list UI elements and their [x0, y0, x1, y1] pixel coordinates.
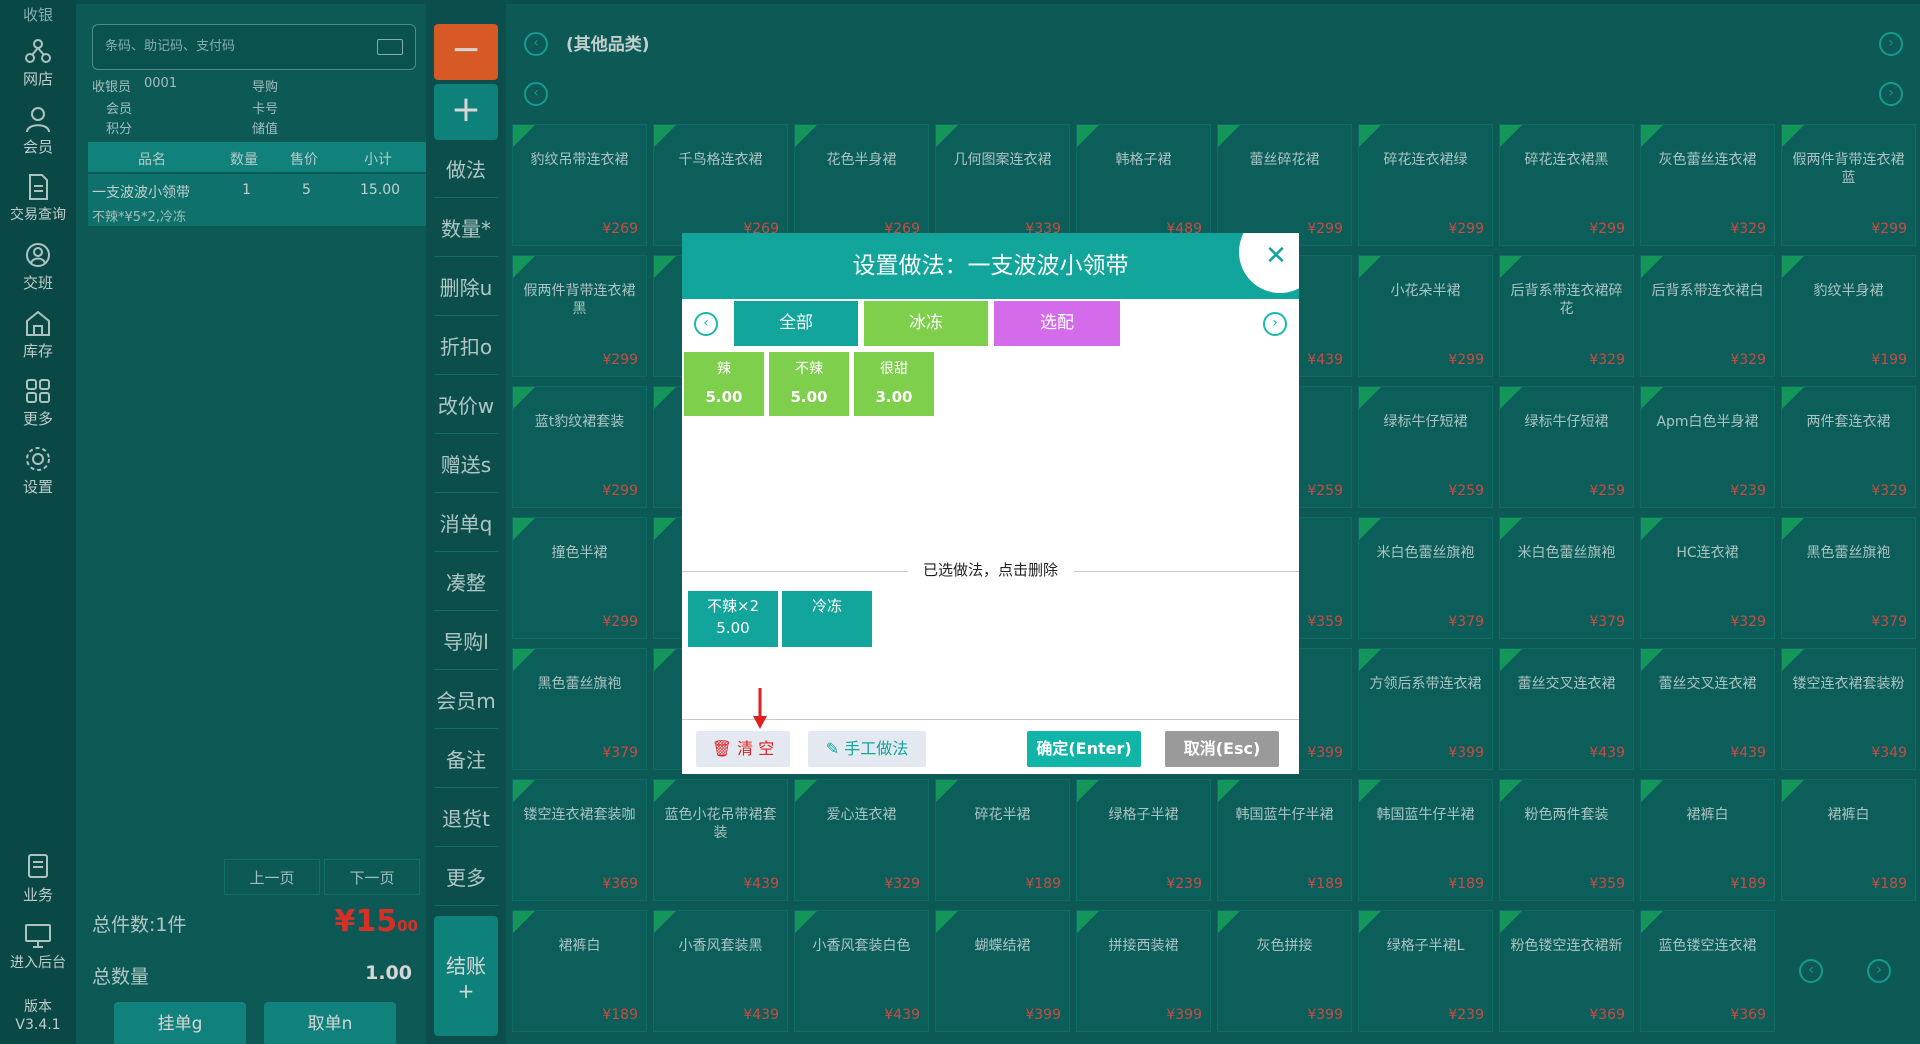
option-price: 3.00	[875, 388, 913, 406]
option-very-sweet[interactable]: 很甜 3.00	[854, 352, 934, 416]
clear-label: 清 空	[737, 739, 775, 758]
pencil-icon: ✎	[825, 739, 840, 758]
selected-title: 已选做法，点击删除	[922, 561, 1058, 579]
tab-next-button[interactable]: ›	[1263, 312, 1287, 336]
option-name: 不辣	[795, 361, 823, 377]
option-name: 辣	[717, 361, 731, 377]
pos-app: 收银 网店 会员 交易查询 交班 库存 更多 设置 业务 进入后台 版本 V3.…	[0, 0, 1920, 1044]
divider	[1074, 571, 1299, 572]
tab-frozen[interactable]: 冰冻	[864, 301, 988, 346]
tab-prev-button[interactable]: ‹	[694, 312, 718, 336]
selected-frozen[interactable]: 冷冻	[782, 591, 872, 647]
option-price: 5.00	[790, 388, 828, 406]
clear-button[interactable]: 🗑 清 空	[696, 731, 790, 767]
selected-name: 不辣×2	[706, 597, 760, 615]
cancel-button[interactable]: 取消(Esc)	[1165, 731, 1279, 767]
dialog-title: 设置做法：一支波波小领带	[682, 233, 1299, 299]
option-spicy[interactable]: 辣 5.00	[684, 352, 764, 416]
manual-label: 手工做法	[844, 739, 909, 758]
selected-price: 5.00	[716, 619, 750, 637]
close-icon: ✕	[1265, 241, 1287, 271]
selected-name: 冷冻	[811, 597, 842, 615]
confirm-button[interactable]: 确定(Enter)	[1027, 731, 1141, 767]
red-arrow-annotation	[753, 688, 767, 729]
selected-not-spicy[interactable]: 不辣×2 5.00	[688, 591, 778, 647]
divider	[682, 719, 1299, 720]
cooking-method-dialog: 设置做法：一支波波小领带 ✕ ‹ 全部 冰冻 选配 › 辣 5.00 不辣 5.…	[682, 233, 1299, 774]
option-not-spicy[interactable]: 不辣 5.00	[769, 352, 849, 416]
manual-method-button[interactable]: ✎ 手工做法	[808, 731, 926, 767]
trash-icon: 🗑	[711, 739, 733, 758]
tab-all[interactable]: 全部	[734, 301, 858, 346]
option-name: 很甜	[880, 361, 908, 377]
option-price: 5.00	[705, 388, 743, 406]
tab-option[interactable]: 选配	[994, 301, 1120, 346]
